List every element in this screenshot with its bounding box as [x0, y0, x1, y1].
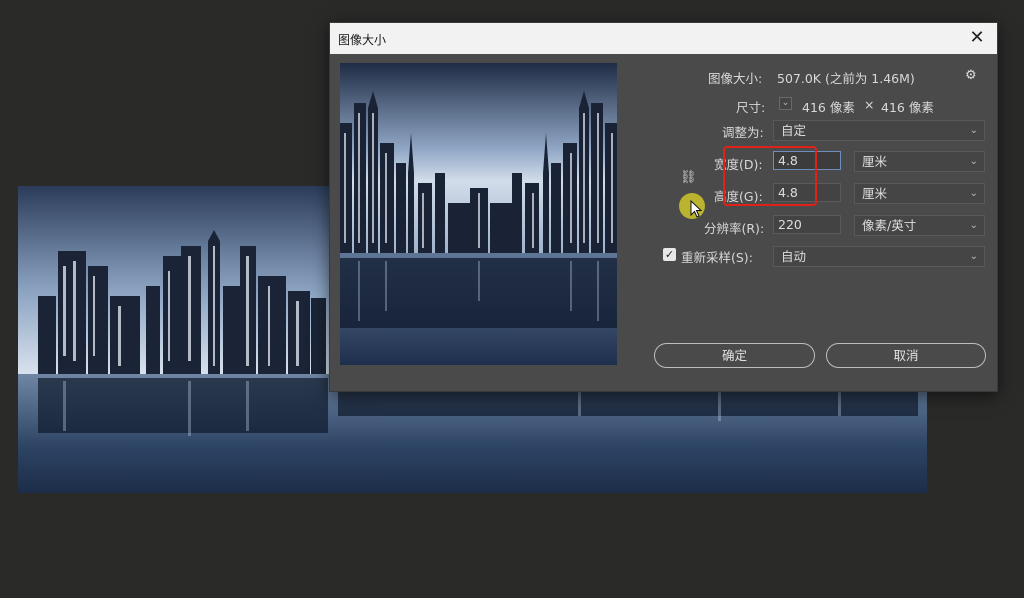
chevron-down-icon: ⌄	[969, 188, 978, 199]
chevron-down-icon: ⌄	[969, 125, 978, 136]
dimensions-toggle[interactable]: ⌄	[779, 97, 792, 110]
resample-checkbox[interactable]: ✓	[663, 248, 676, 261]
dimensions-width: 416 像素	[802, 100, 855, 115]
image-size-label: 图像大小:	[708, 71, 763, 86]
dimensions-times: ×	[864, 97, 875, 112]
fit-value: 自定	[781, 123, 807, 138]
resample-label: 重新采样(S):	[681, 250, 753, 265]
fit-label: 调整为:	[722, 125, 764, 140]
width-label: 宽度(D):	[714, 157, 763, 172]
image-size-value: 507.0K (之前为 1.46M)	[777, 71, 915, 86]
dimensions-height: 416 像素	[881, 100, 934, 115]
resample-dropdown[interactable]: 自动 ⌄	[773, 246, 985, 267]
ok-button[interactable]: 确定	[654, 343, 815, 368]
width-unit-value: 厘米	[862, 154, 888, 169]
dimensions-label: 尺寸:	[736, 100, 766, 115]
height-label: 高度(G):	[714, 189, 763, 204]
cancel-button[interactable]: 取消	[826, 343, 986, 368]
dialog-title: 图像大小	[338, 33, 387, 47]
resolution-label: 分辨率(R):	[704, 221, 765, 236]
chevron-down-icon: ⌄	[969, 251, 978, 262]
resolution-input[interactable]	[773, 215, 841, 234]
mirrored-city-preview	[340, 63, 617, 365]
height-unit-value: 厘米	[862, 186, 888, 201]
width-input[interactable]	[773, 151, 841, 170]
preview-image[interactable]	[340, 63, 617, 365]
resample-value: 自动	[781, 249, 807, 264]
chevron-down-icon: ⌄	[969, 220, 978, 231]
image-size-dialog: 图像大小 ✕ 图像大小: 507.0K (之前为 1.46M) ⚙ 尺寸: ⌄ …	[329, 22, 998, 392]
close-icon[interactable]: ✕	[967, 28, 987, 48]
width-unit-dropdown[interactable]: 厘米 ⌄	[854, 151, 985, 172]
fit-dropdown[interactable]: 自定 ⌄	[773, 120, 985, 141]
link-icon[interactable]: ⛓	[680, 170, 697, 186]
gear-icon[interactable]: ⚙	[965, 68, 983, 83]
height-input[interactable]	[773, 183, 841, 202]
cursor-icon	[690, 200, 702, 218]
height-unit-dropdown[interactable]: 厘米 ⌄	[854, 183, 985, 204]
chevron-down-icon: ⌄	[969, 156, 978, 167]
resolution-unit-dropdown[interactable]: 像素/英寸 ⌄	[854, 215, 985, 236]
resolution-unit-value: 像素/英寸	[862, 218, 917, 233]
dialog-titlebar: 图像大小 ✕	[330, 23, 997, 54]
